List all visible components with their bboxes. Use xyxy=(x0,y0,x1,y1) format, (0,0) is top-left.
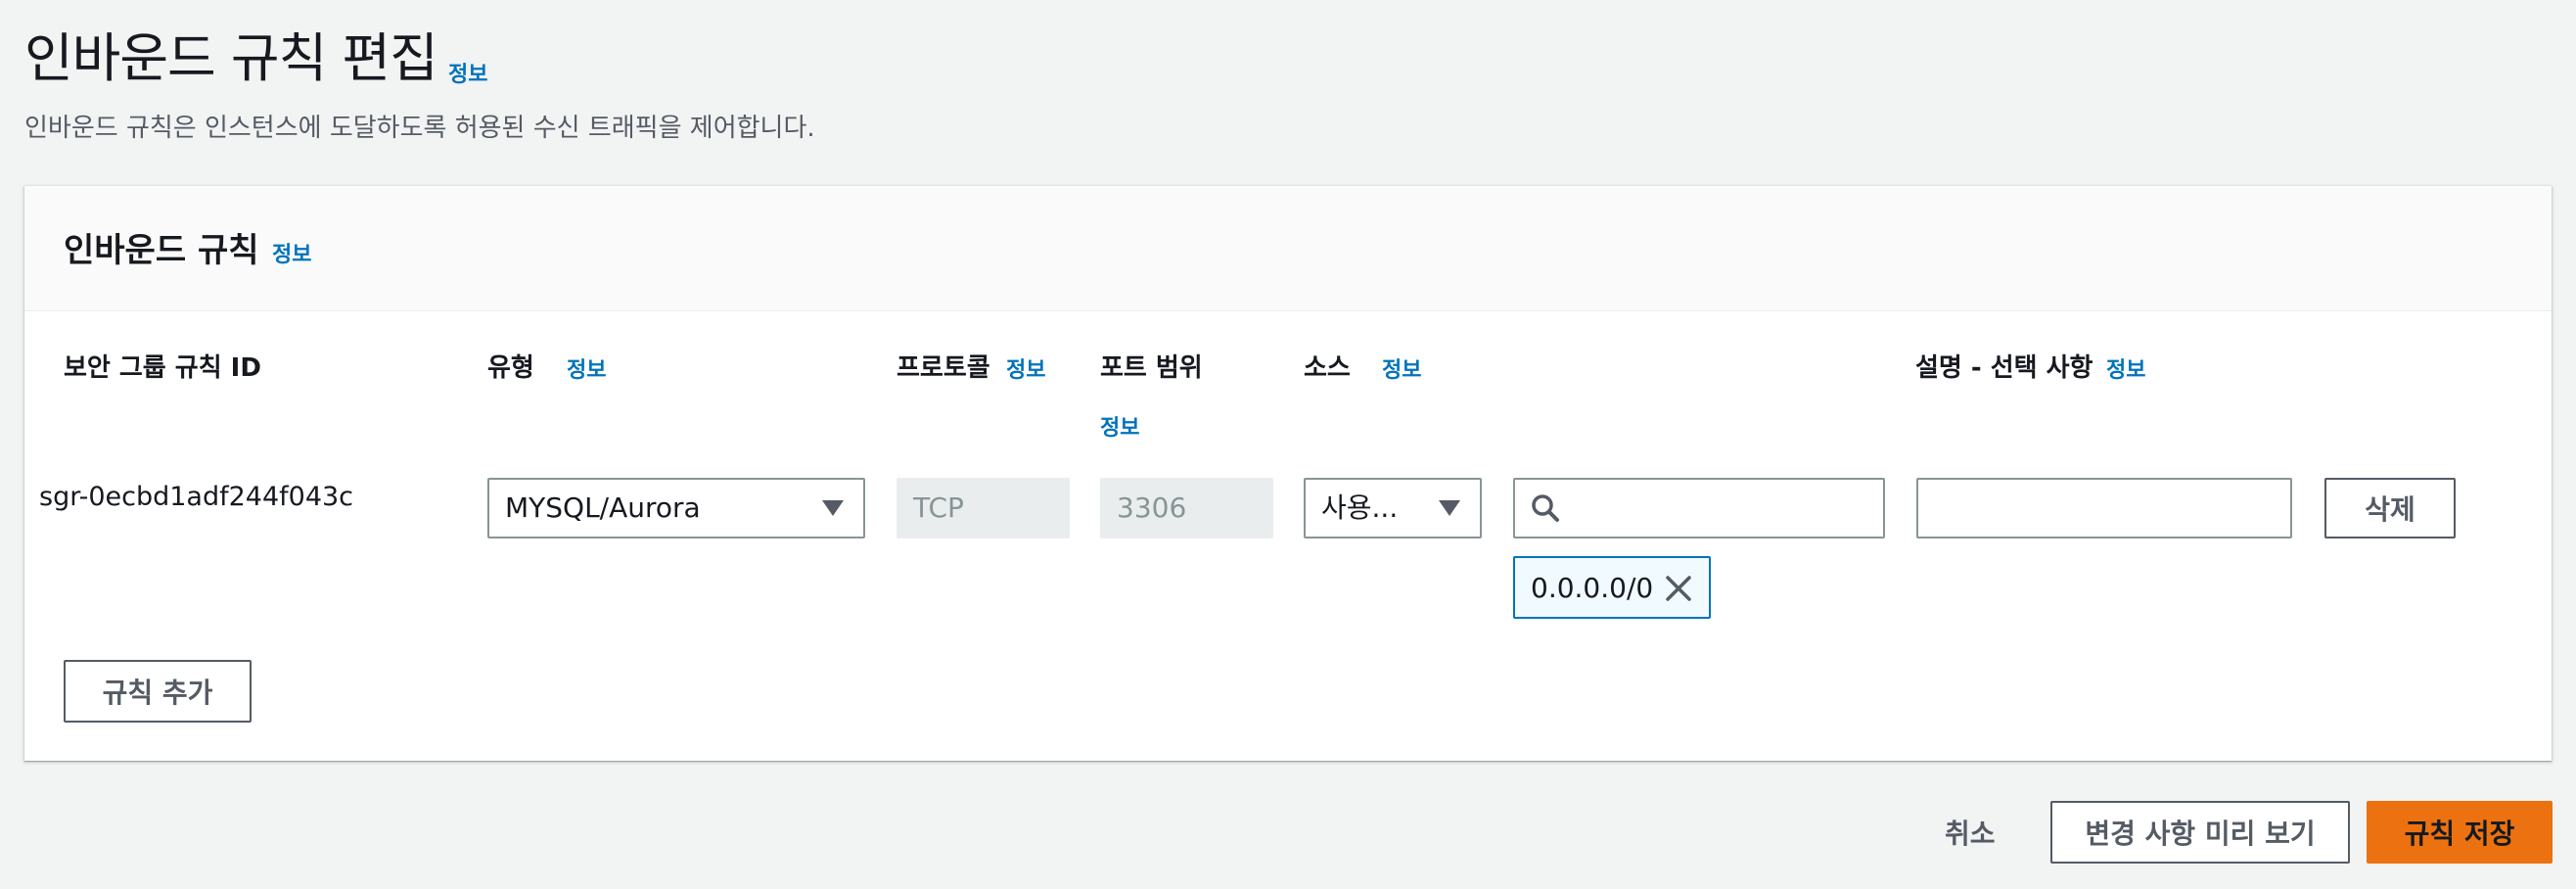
panel-title-info-link[interactable]: 정보 xyxy=(272,237,311,268)
caret-down-icon xyxy=(1439,500,1460,516)
panel-header: 인바운드 규칙 정보 xyxy=(24,186,2552,311)
page-title-info-link[interactable]: 정보 xyxy=(448,57,487,88)
source-token: 0.0.0.0/0 xyxy=(1513,556,1711,619)
search-icon xyxy=(1532,494,1559,522)
source-type-select-value: 사용... xyxy=(1321,491,1399,524)
column-protocol-info-link[interactable]: 정보 xyxy=(1006,352,1045,384)
column-type: 유형 xyxy=(487,353,534,383)
column-source: 소스 xyxy=(1304,353,1351,383)
source-token-label: 0.0.0.0/0 xyxy=(1531,572,1654,604)
cancel-button[interactable]: 취소 xyxy=(1945,813,1996,852)
type-select[interactable]: MYSQL/Aurora xyxy=(487,478,865,538)
preview-changes-button[interactable]: 변경 사항 미리 보기 xyxy=(2050,801,2350,864)
source-search-input[interactable] xyxy=(1513,478,1885,538)
column-port-range: 포트 범위 xyxy=(1100,353,1203,383)
column-description-info-link[interactable]: 정보 xyxy=(2106,352,2145,384)
protocol-field: TCP xyxy=(897,478,1070,538)
edit-inbound-rules-page: 인바운드 규칙 편집 정보 인바운드 규칙은 인스턴스에 도달하도록 허용된 수… xyxy=(0,0,2576,889)
inbound-rules-panel: 인바운드 규칙 정보 보안 그룹 규칙 ID 유형 정보 프로토콜 정보 포트 … xyxy=(24,186,2552,761)
save-rules-button[interactable]: 규칙 저장 xyxy=(2367,801,2553,864)
close-icon[interactable] xyxy=(1664,574,1693,603)
port-range-field: 3306 xyxy=(1100,478,1273,538)
page-title: 인바운드 규칙 편집 xyxy=(24,27,438,89)
column-source-info-link[interactable]: 정보 xyxy=(1382,352,1421,384)
panel-title: 인바운드 규칙 xyxy=(64,231,259,270)
add-rule-button[interactable]: 규칙 추가 xyxy=(64,660,252,723)
description-input[interactable] xyxy=(1916,478,2292,538)
column-protocol: 프로토콜 xyxy=(897,353,990,383)
column-rule-id: 보안 그룹 규칙 ID xyxy=(64,353,261,383)
caret-down-icon xyxy=(822,500,844,516)
page-description: 인바운드 규칙은 인스턴스에 도달하도록 허용된 수신 트래픽을 제어합니다. xyxy=(24,114,815,143)
rule-id-value: sgr-0ecbd1adf244f043c xyxy=(39,482,354,512)
delete-rule-button[interactable]: 삭제 xyxy=(2324,478,2456,538)
column-description: 설명 - 선택 사항 xyxy=(1915,353,2093,383)
type-select-value: MYSQL/Aurora xyxy=(505,491,701,524)
source-type-select[interactable]: 사용... xyxy=(1304,478,1482,538)
column-type-info-link[interactable]: 정보 xyxy=(567,352,606,384)
column-port-range-info-link[interactable]: 정보 xyxy=(1100,410,1139,442)
